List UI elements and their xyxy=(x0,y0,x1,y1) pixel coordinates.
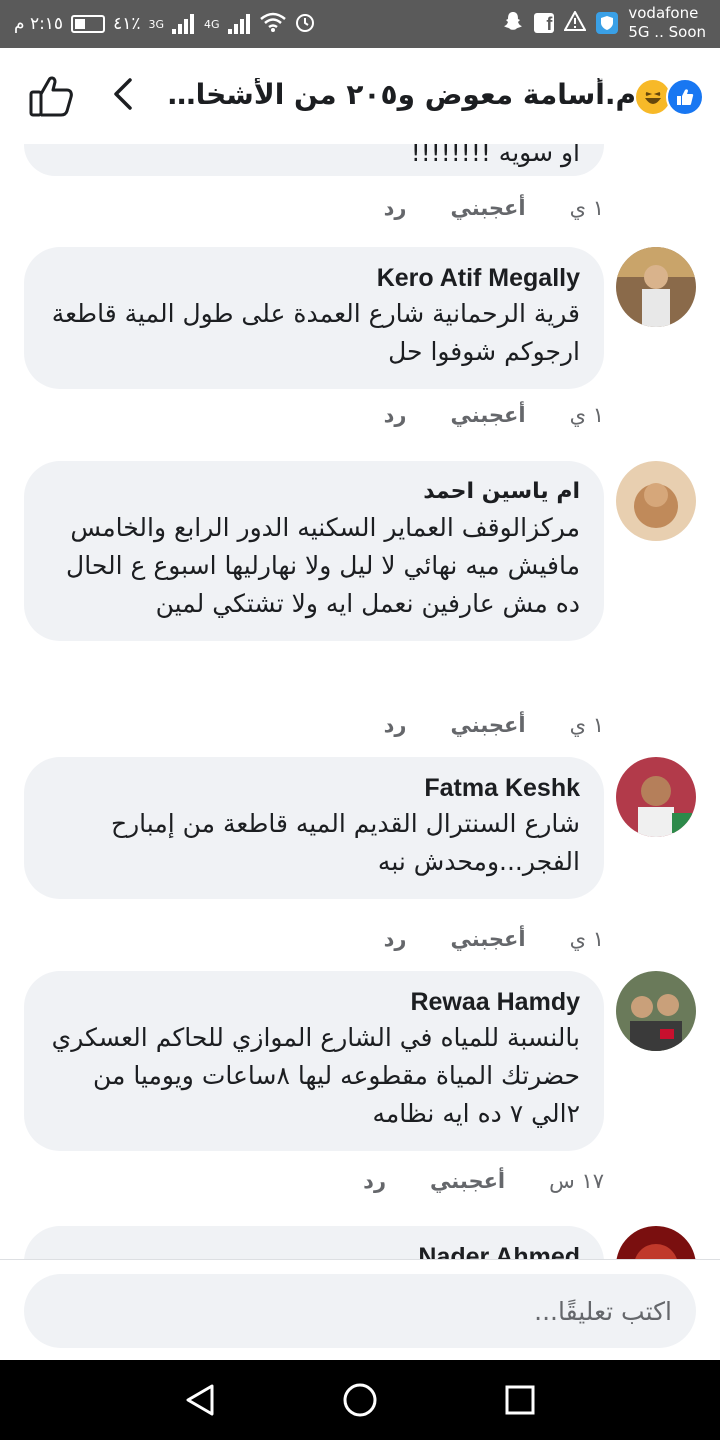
status-time: ٢:١٥ م xyxy=(14,14,64,34)
reply-button[interactable]: رد xyxy=(384,403,407,427)
comment-time: ١ ي xyxy=(569,927,604,951)
wifi-icon xyxy=(259,12,286,37)
like-button[interactable]: أعجبني xyxy=(430,1169,505,1193)
comment-actions: ١ ي أعجبني رد xyxy=(384,403,604,427)
comment-bubble: Rewaa Hamdy بالنسبة للمياه في الشارع الم… xyxy=(24,971,604,1151)
comment-time: ١ ي xyxy=(569,196,604,220)
snapchat-icon xyxy=(502,10,524,37)
avatar[interactable] xyxy=(616,757,696,837)
reply-button[interactable]: رد xyxy=(384,196,407,220)
signal-icon-2: 4G xyxy=(204,17,220,31)
avatar[interactable] xyxy=(616,247,696,327)
avatar[interactable] xyxy=(616,971,696,1051)
comment-text: مركزالوقف العماير السكنيه الدور الرابع و… xyxy=(66,513,580,618)
comment-bubble: Kero Atif Megally قرية الرحمانية شارع ال… xyxy=(24,247,604,389)
reply-button[interactable]: رد xyxy=(384,713,407,737)
status-left: ٢:١٥ م ٤١٪ 3G 4G xyxy=(14,8,316,40)
back-button[interactable] xyxy=(106,74,142,118)
comment-item: Kero Atif Megally قرية الرحمانية شارع ال… xyxy=(24,247,696,447)
status-bar: ٢:١٥ م ٤١٪ 3G 4G f vodafone 5G .. Soon xyxy=(0,0,720,48)
comment-time: ١٧ س xyxy=(549,1169,604,1193)
alarm-icon xyxy=(294,11,316,38)
triangle-back-icon xyxy=(186,1384,214,1416)
comment-item: ام ياسين احمد مركزالوقف العماير السكنيه … xyxy=(24,461,696,741)
comment-text: قرية الرحمانية شارع العمدة على طول المية… xyxy=(51,299,580,366)
system-nav-bar xyxy=(0,1360,720,1440)
comment-time: ١ ي xyxy=(569,403,604,427)
chevron-left-icon xyxy=(114,78,132,110)
comment-item: Fatma Keshk شارع السنترال القديم الميه ق… xyxy=(24,757,696,957)
comment-text: بالنسبة للمياه في الشارع الموازي للحاكم … xyxy=(51,1023,580,1128)
signal-icon-1: 3G xyxy=(148,17,164,31)
comment-bubble: او سويه !!!!!!!! xyxy=(24,144,604,176)
comments-list[interactable]: او سويه !!!!!!!! ١ ي أعجبني رد Kero Atif… xyxy=(0,144,720,1259)
battery-level: ٤١٪ xyxy=(113,14,141,34)
like-button[interactable]: أعجبني xyxy=(451,403,526,427)
carrier-label: vodafone 5G .. Soon xyxy=(628,4,706,42)
nav-recents-button[interactable] xyxy=(500,1380,540,1420)
comment-item: Rewaa Hamdy بالنسبة للمياه في الشارع الم… xyxy=(24,971,696,1211)
carrier-network: 5G .. Soon xyxy=(628,23,706,41)
comment-text: او سويه !!!!!!!! xyxy=(410,144,580,167)
battery-icon xyxy=(71,15,106,33)
comment-bubble: ام ياسين احمد مركزالوقف العماير السكنيه … xyxy=(24,461,604,641)
like-reaction-icon xyxy=(666,78,704,116)
comment-bubble: Fatma Keshk شارع السنترال القديم الميه ق… xyxy=(24,757,604,899)
comment-actions: ١ ي أعجبني رد xyxy=(384,927,604,951)
signal-bars-icon-2 xyxy=(227,14,252,34)
comment-item: Nader Ahmed xyxy=(24,1226,696,1259)
comment-item: او سويه !!!!!!!! ١ ي أعجبني رد xyxy=(24,144,696,234)
comment-actions: ١ ي أعجبني رد xyxy=(384,196,604,220)
circle-home-icon xyxy=(343,1383,377,1417)
comment-text: شارع السنترال القديم الميه قاطعة من إمبا… xyxy=(110,809,580,876)
comment-composer xyxy=(0,1259,720,1361)
nav-back-button[interactable] xyxy=(180,1380,220,1420)
page-title[interactable]: م.أسامة معوض و٢٠٥ من الأشخاص الآ... xyxy=(150,78,636,116)
comment-actions: ١ ي أعجبني رد xyxy=(384,713,604,737)
avatar[interactable] xyxy=(616,1226,696,1259)
reply-button[interactable]: رد xyxy=(363,1169,386,1193)
comment-author[interactable]: ام ياسين احمد xyxy=(48,475,580,509)
reply-button[interactable]: رد xyxy=(384,927,407,951)
comment-author[interactable]: Rewaa Hamdy xyxy=(48,985,580,1019)
square-recents-icon xyxy=(505,1385,535,1415)
signal-bars-icon xyxy=(172,14,196,34)
comment-time: ١ ي xyxy=(569,713,604,737)
warning-icon xyxy=(563,9,588,36)
nav-home-button[interactable] xyxy=(340,1380,380,1420)
carrier-name: vodafone xyxy=(628,4,699,22)
like-button[interactable]: أعجبني xyxy=(451,927,526,951)
comment-input[interactable] xyxy=(24,1274,696,1348)
status-right: f vodafone 5G .. Soon xyxy=(502,4,706,42)
comment-actions: ١٧ س أعجبني رد xyxy=(363,1169,604,1193)
thumbs-up-outline-icon[interactable] xyxy=(28,74,76,118)
comment-bubble: Nader Ahmed xyxy=(24,1226,604,1259)
shield-icon xyxy=(596,12,619,34)
comment-author[interactable]: Nader Ahmed xyxy=(48,1240,580,1259)
like-button[interactable]: أعجبني xyxy=(451,196,526,220)
comment-author[interactable]: Kero Atif Megally xyxy=(48,261,580,295)
facebook-icon: f xyxy=(534,13,555,33)
like-button[interactable]: أعجبني xyxy=(451,713,526,737)
avatar[interactable] xyxy=(616,461,696,541)
comment-author[interactable]: Fatma Keshk xyxy=(48,771,580,805)
